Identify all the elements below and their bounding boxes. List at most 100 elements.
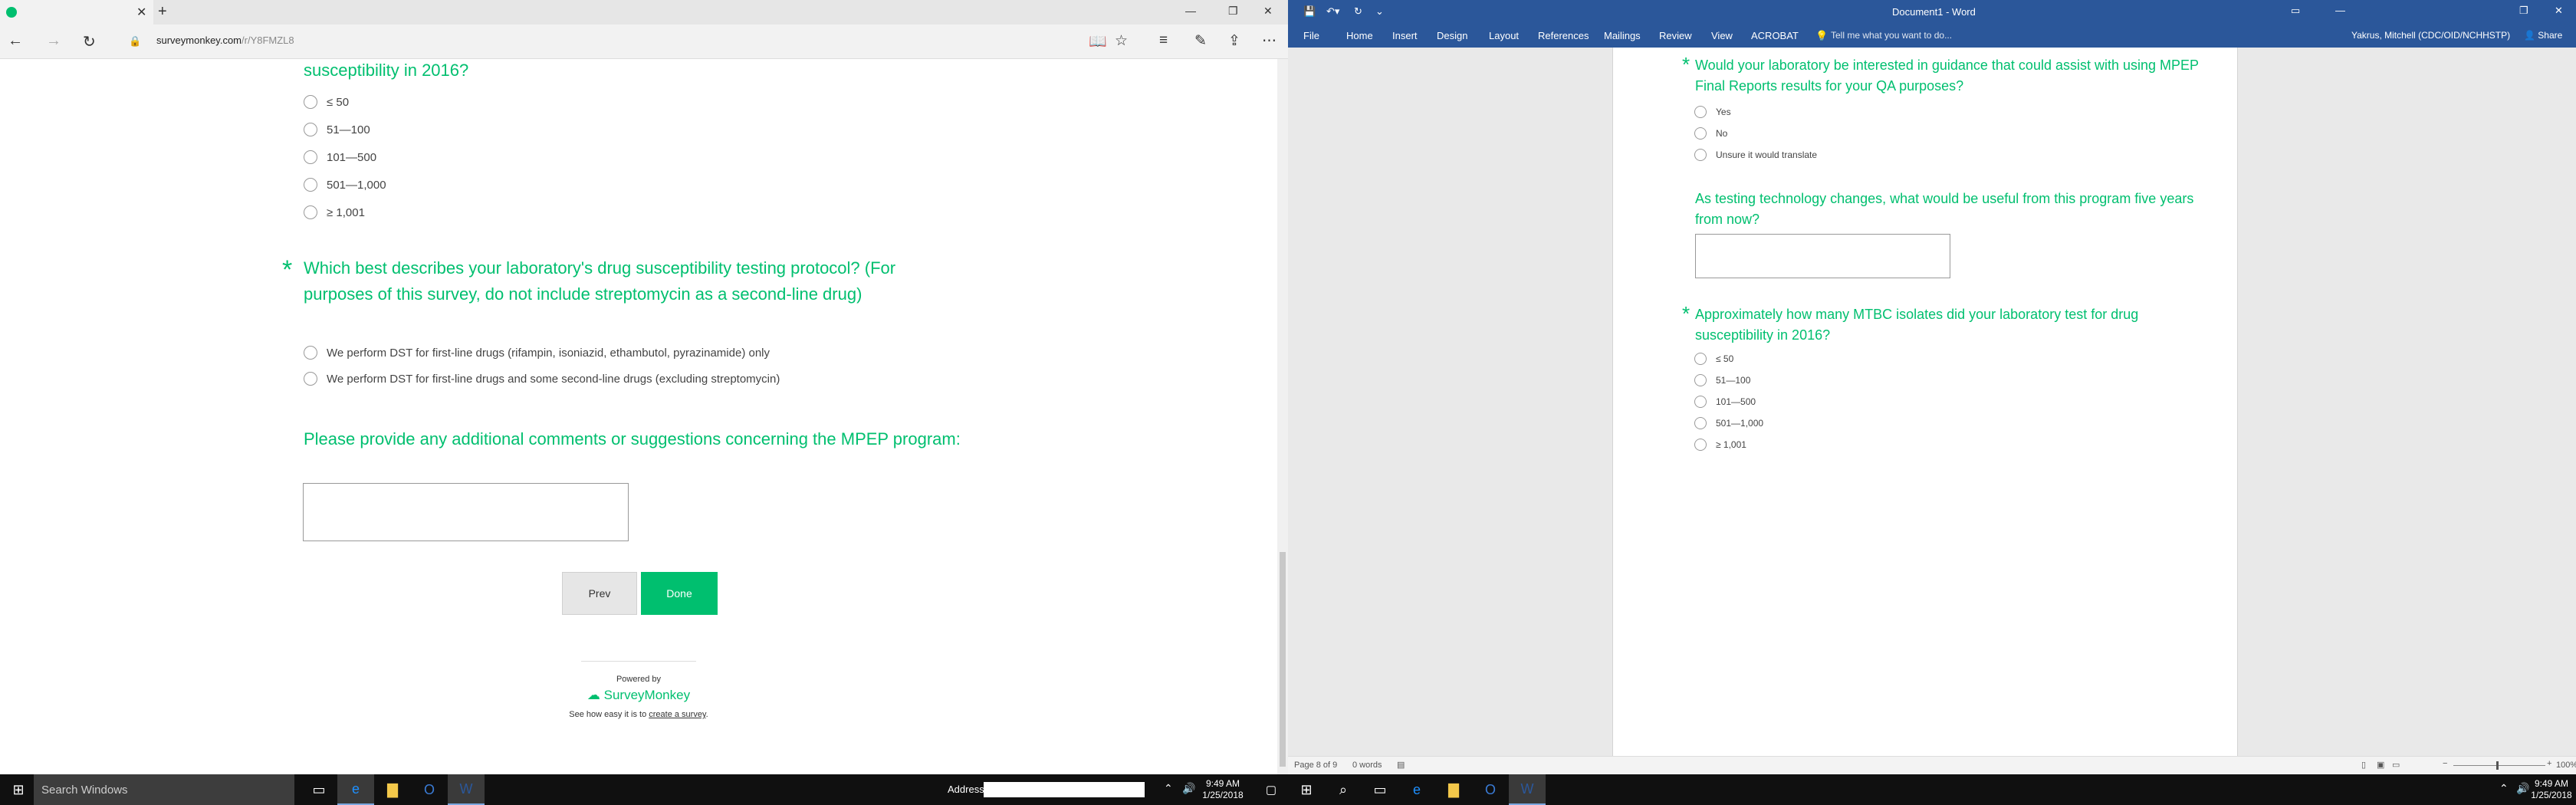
address-toolbar-input[interactable] — [984, 782, 1145, 797]
radio-button[interactable] — [304, 372, 317, 386]
radio-button[interactable] — [1694, 106, 1707, 118]
redo-icon[interactable]: ↻ — [1354, 5, 1362, 18]
radio-option[interactable]: ≤ 50 — [304, 92, 386, 112]
page-count[interactable]: Page 8 of 9 — [1294, 761, 1337, 770]
radio-button[interactable] — [304, 346, 317, 360]
surveymonkey-logo[interactable]: ☁ SurveyMonkey — [577, 688, 701, 703]
radio-button[interactable] — [1694, 439, 1707, 451]
refresh-icon[interactable]: ↻ — [83, 32, 96, 51]
restore-icon[interactable]: ❐ — [1228, 5, 1238, 18]
outlook-icon-2[interactable]: O — [1472, 774, 1509, 805]
word-count[interactable]: 0 words — [1352, 761, 1382, 770]
tab-references[interactable]: References — [1538, 30, 1589, 41]
radio-option[interactable]: We perform DST for first-line drugs (rif… — [304, 343, 780, 363]
tab-acrobat[interactable]: ACROBAT — [1751, 30, 1799, 41]
start-windows-icon[interactable]: ⊞ — [0, 774, 37, 805]
radio-button[interactable] — [1694, 149, 1707, 161]
radio-option[interactable]: ≥ 1,001 — [304, 202, 386, 222]
customize-qat-icon[interactable]: ⌄ — [1375, 5, 1384, 18]
browser-tab[interactable]: ✕ — [0, 0, 153, 25]
file-explorer-icon[interactable]: ▇ — [374, 774, 411, 805]
search-icon[interactable]: ⌕ — [1325, 774, 1362, 805]
system-clock-2[interactable]: 9:49 AM 1/25/2018 — [2527, 778, 2576, 801]
search-box[interactable]: Search Windows — [34, 774, 294, 805]
radio-option[interactable]: ≤ 50 — [1694, 348, 1763, 370]
zoom-slider-thumb[interactable] — [2496, 761, 2499, 770]
user-name[interactable]: Yakrus, Mitchell (CDC/OID/NCHHSTP) — [2351, 30, 2510, 41]
hidden-icons-chevron-icon[interactable]: ⌃ — [1164, 782, 1173, 795]
share-button[interactable]: 👤 Share — [2524, 30, 2562, 41]
volume-icon[interactable]: 🔊 — [1182, 782, 1195, 795]
zoom-level[interactable]: 100% — [2556, 761, 2576, 770]
radio-option[interactable]: 51—100 — [1694, 370, 1763, 391]
radio-option[interactable]: Yes — [1694, 101, 1817, 123]
done-button[interactable]: Done — [641, 572, 718, 615]
radio-button[interactable] — [1694, 417, 1707, 429]
forward-icon[interactable]: → — [46, 32, 61, 50]
tab-insert[interactable]: Insert — [1392, 30, 1418, 41]
new-tab-icon[interactable]: + — [158, 3, 167, 21]
radio-option[interactable]: 51—100 — [304, 120, 386, 140]
minimize-icon[interactable]: — — [1185, 5, 1196, 17]
tab-design[interactable]: Design — [1437, 30, 1467, 41]
minimize-icon[interactable]: — — [2335, 5, 2345, 16]
restore-icon[interactable]: ❐ — [2519, 5, 2528, 17]
close-tab-icon[interactable]: ✕ — [136, 5, 146, 20]
word-taskbar-icon-2[interactable]: W — [1509, 774, 1546, 805]
scrollbar-thumb[interactable] — [1280, 552, 1286, 767]
radio-option[interactable]: 501—1,000 — [304, 175, 386, 195]
tab-layout[interactable]: Layout — [1489, 30, 1519, 41]
edge-taskbar-icon-2[interactable]: e — [1398, 774, 1435, 805]
word-taskbar-icon[interactable]: W — [448, 774, 485, 805]
create-survey-link[interactable]: create a survey — [649, 710, 705, 719]
task-view-icon[interactable]: ▭ — [301, 774, 337, 805]
read-mode-icon[interactable]: ▯ — [2361, 760, 2366, 770]
more-icon[interactable]: ⋯ — [1262, 32, 1276, 50]
radio-button[interactable] — [304, 150, 317, 164]
zoom-slider[interactable] — [2453, 765, 2545, 766]
radio-option[interactable]: 101—500 — [304, 147, 386, 167]
radio-button[interactable] — [304, 178, 317, 192]
edge-taskbar-icon[interactable]: e — [337, 774, 374, 805]
ribbon-display-icon[interactable]: ▭ — [2291, 5, 2300, 17]
web-layout-icon[interactable]: ▭ — [2392, 760, 2400, 770]
radio-button[interactable] — [1694, 127, 1707, 140]
radio-option[interactable]: No — [1694, 123, 1817, 144]
tab-home[interactable]: Home — [1346, 30, 1373, 41]
tell-me-box[interactable]: Tell me what you want to do... — [1831, 30, 1952, 41]
radio-button[interactable] — [1694, 396, 1707, 408]
hidden-icons-chevron-icon-2[interactable]: ⌃ — [2499, 782, 2509, 795]
share-icon[interactable]: ⇪ — [1228, 32, 1240, 50]
address-bar[interactable]: surveymonkey.com/r/Y8FMZL8 — [156, 34, 294, 46]
system-clock[interactable]: 9:49 AM 1/25/2018 — [1196, 778, 1250, 801]
outlook-icon[interactable]: O — [411, 774, 448, 805]
tab-file[interactable]: File — [1303, 30, 1319, 41]
tab-mailings[interactable]: Mailings — [1604, 30, 1641, 41]
close-window-icon[interactable]: ✕ — [2555, 5, 2563, 17]
radio-button[interactable] — [1694, 353, 1707, 365]
close-window-icon[interactable]: ✕ — [1263, 5, 1273, 18]
proofing-icon[interactable]: ▤ — [1397, 760, 1405, 770]
radio-option[interactable]: 101—500 — [1694, 391, 1763, 412]
radio-option[interactable]: We perform DST for first-line drugs and … — [304, 369, 780, 389]
radio-option[interactable]: Unsure it would translate — [1694, 144, 1817, 166]
radio-button[interactable] — [304, 95, 317, 109]
radio-option[interactable]: 501—1,000 — [1694, 412, 1763, 434]
tab-review[interactable]: Review — [1659, 30, 1692, 41]
zoom-out-icon[interactable]: − — [2443, 759, 2447, 768]
web-note-icon[interactable]: ✎ — [1194, 32, 1207, 50]
action-center-icon[interactable]: ▢ — [1253, 774, 1290, 805]
hub-icon[interactable]: ≡ — [1159, 32, 1168, 49]
answer-textbox[interactable] — [1695, 234, 1950, 278]
favorite-star-icon[interactable]: ☆ — [1115, 32, 1128, 50]
radio-option[interactable]: ≥ 1,001 — [1694, 434, 1763, 455]
radio-button[interactable] — [1694, 374, 1707, 386]
file-explorer-icon-2[interactable]: ▇ — [1435, 774, 1472, 805]
comments-textarea[interactable] — [303, 483, 629, 541]
undo-icon[interactable]: ↶▾ — [1326, 5, 1339, 18]
tab-view[interactable]: View — [1711, 30, 1733, 41]
radio-button[interactable] — [304, 123, 317, 136]
document-page[interactable]: * Would your laboratory be interested in… — [1612, 48, 2238, 756]
task-view-icon-2[interactable]: ▭ — [1362, 774, 1398, 805]
prev-button[interactable]: Prev — [562, 572, 637, 615]
